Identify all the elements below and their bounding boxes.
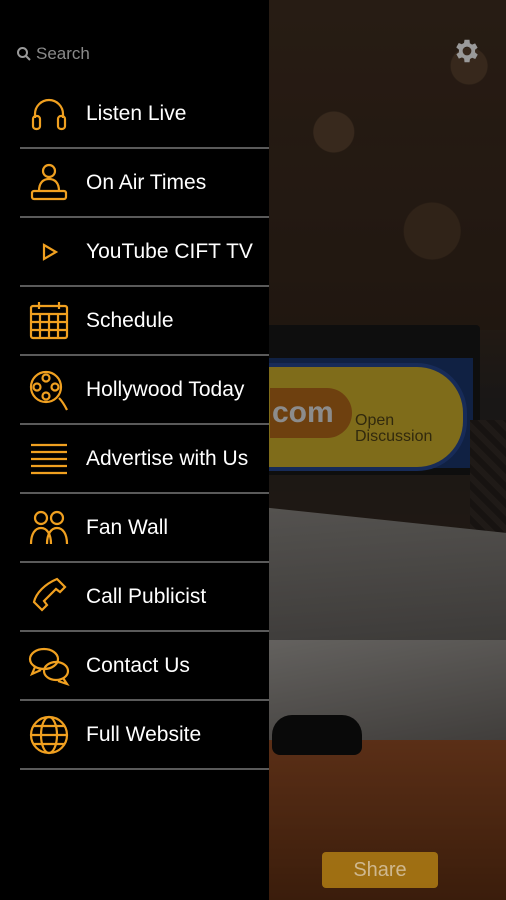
menu-item-hollywood-today[interactable]: Hollywood Today [20, 356, 269, 425]
menu-item-label: Listen Live [86, 101, 187, 125]
menu-item-label: Advertise with Us [86, 446, 249, 470]
menu-item-youtube-cift-tv[interactable]: YouTube CIFT TV [20, 218, 269, 287]
share-button[interactable]: Share [322, 852, 438, 888]
menu-item-schedule[interactable]: Schedule [20, 287, 269, 356]
headphones-icon [24, 89, 74, 139]
menu-item-on-air-times[interactable]: On Air Times [20, 149, 269, 218]
calendar-icon [24, 296, 74, 346]
gear-icon[interactable] [452, 36, 482, 66]
menu-item-fan-wall[interactable]: Fan Wall [20, 494, 269, 563]
menu-item-label: Hollywood Today [86, 377, 245, 401]
search-input[interactable]: Search [16, 40, 216, 68]
menu-item-full-website[interactable]: Full Website [20, 701, 269, 770]
play-icon [24, 227, 74, 277]
menu-item-label: YouTube CIFT TV [86, 239, 253, 263]
menu-item-contact-us[interactable]: Contact Us [20, 632, 269, 701]
people-icon [24, 503, 74, 553]
person-at-desk-icon [24, 158, 74, 208]
menu-item-label: Contact Us [86, 653, 190, 677]
lines-icon [24, 434, 74, 484]
search-icon [17, 47, 31, 61]
phone-icon [24, 572, 74, 622]
menu-item-advertise-with-us[interactable]: Advertise with Us [20, 425, 269, 494]
navigation-drawer: Search Listen Live On Air Times YouTube … [0, 0, 269, 900]
menu-item-call-publicist[interactable]: Call Publicist [20, 563, 269, 632]
search-placeholder: Search [36, 44, 90, 63]
menu-item-label: Call Publicist [86, 584, 207, 608]
menu-item-label: Fan Wall [86, 515, 169, 539]
globe-icon [24, 710, 74, 760]
film-reel-icon [24, 365, 74, 415]
menu-item-label: Full Website [86, 722, 202, 746]
chat-bubbles-icon [24, 641, 74, 691]
menu-item-listen-live[interactable]: Listen Live [20, 80, 269, 149]
menu-list: Listen Live On Air Times YouTube CIFT TV [20, 80, 269, 770]
menu-item-label: Schedule [86, 308, 174, 332]
menu-item-label: On Air Times [86, 170, 207, 194]
